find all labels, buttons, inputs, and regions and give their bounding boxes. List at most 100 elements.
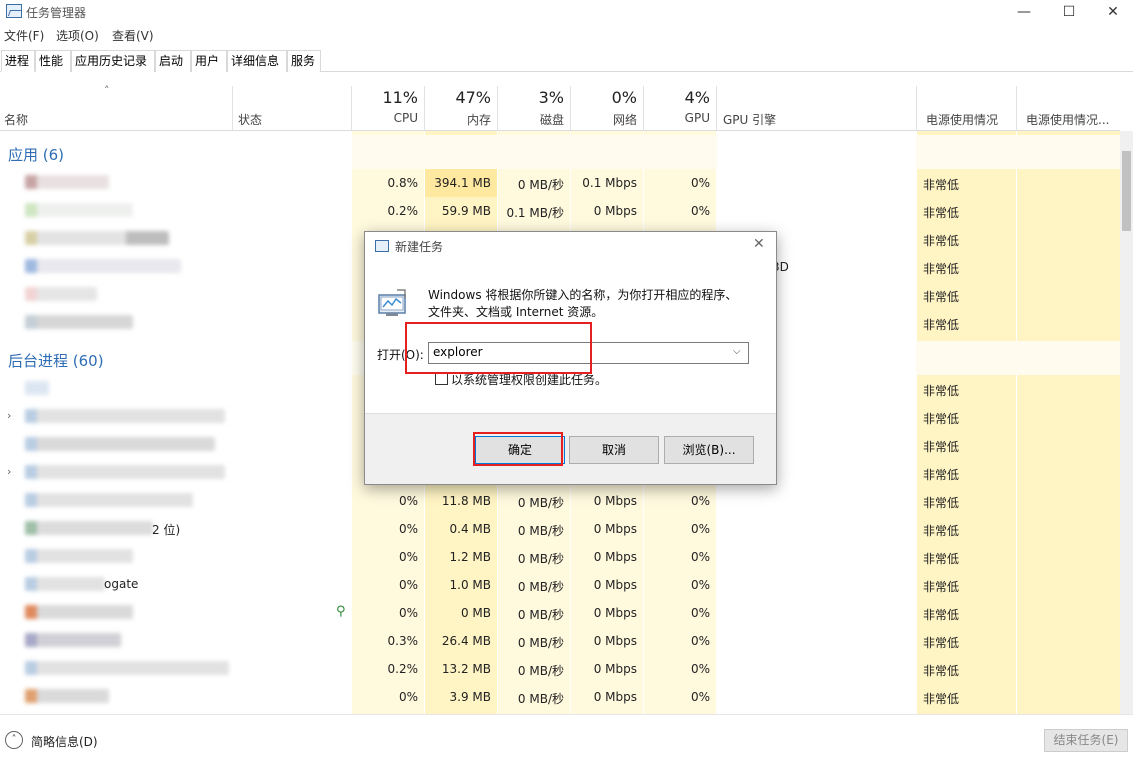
memory-cell: 3.9 MB xyxy=(449,690,491,704)
process-name-redacted[interactable] xyxy=(25,315,133,329)
memory-cell: 1.0 MB xyxy=(449,578,491,592)
divider xyxy=(643,86,644,130)
vertical-scrollbar[interactable] xyxy=(1120,131,1133,714)
disk-cell: 0 MB/秒 xyxy=(517,552,564,566)
process-name-redacted[interactable] xyxy=(25,437,215,451)
group-background[interactable]: 后台进程 (60) xyxy=(8,350,104,371)
process-name-redacted[interactable] xyxy=(25,203,133,217)
new-task-dialog: 新建任务 ✕ Windows 将根据你所键入的名称，为你打开相应的程序、 文件夹… xyxy=(364,231,777,485)
process-name-redacted[interactable] xyxy=(25,689,109,703)
tab-users[interactable]: 用户 xyxy=(191,50,227,72)
tab-bar: 进程 性能 应用历史记录 启动 用户 详细信息 服务 xyxy=(0,50,1133,72)
network-cell: 0 Mbps xyxy=(593,578,637,592)
column-cpu[interactable]: CPU xyxy=(370,111,418,125)
process-name-redacted[interactable] xyxy=(25,231,169,245)
menu-options[interactable]: 选项(O) xyxy=(56,27,99,44)
gpu-cell: 0% xyxy=(690,204,710,218)
power-cell: 非常低 xyxy=(923,608,960,622)
network-total: 0% xyxy=(611,88,637,107)
gpu-cell: 0% xyxy=(690,494,710,508)
power-cell: 非常低 xyxy=(923,206,960,220)
ok-button[interactable]: 确定 xyxy=(475,436,565,464)
power-cell: 非常低 xyxy=(923,318,960,332)
chevron-up-icon[interactable]: ˄ xyxy=(5,731,23,749)
window-title: 任务管理器 xyxy=(26,6,87,20)
divider xyxy=(1016,86,1017,130)
power-cell: 非常低 xyxy=(923,692,960,706)
cpu-cell: 0.2% xyxy=(387,204,419,218)
dialog-close-icon[interactable]: ✕ xyxy=(753,236,765,252)
column-gpu[interactable]: GPU xyxy=(662,111,710,125)
process-name-redacted[interactable] xyxy=(25,493,193,507)
menu-file[interactable]: 文件(F) xyxy=(4,27,44,44)
memory-cell: 26.4 MB xyxy=(441,634,491,648)
chevron-down-icon[interactable]: ⌵ xyxy=(733,346,741,357)
end-task-button[interactable]: 结束任务(E) xyxy=(1044,729,1128,752)
process-name-redacted[interactable] xyxy=(25,381,49,395)
cpu-cell: 0% xyxy=(398,606,418,620)
cpu-total: 11% xyxy=(382,88,418,107)
task-manager-icon xyxy=(6,4,22,18)
divider xyxy=(232,86,233,130)
power-cell: 非常低 xyxy=(923,234,960,248)
tab-startup[interactable]: 启动 xyxy=(155,50,191,72)
tab-performance[interactable]: 性能 xyxy=(35,50,71,72)
fewer-details-link[interactable]: 简略信息(D) xyxy=(31,733,98,750)
cpu-cell: 0.3% xyxy=(387,634,419,648)
process-name-redacted[interactable] xyxy=(25,259,181,273)
disk-cell: 0 MB/秒 xyxy=(517,580,564,594)
menu-view[interactable]: 查看(V) xyxy=(112,27,154,44)
gpu-cell: 0% xyxy=(690,634,710,648)
admin-checkbox-label[interactable]: 以系统管理权限创建此任务。 xyxy=(451,371,607,388)
column-status[interactable]: 状态 xyxy=(238,111,262,128)
scrollbar-thumb[interactable] xyxy=(1122,151,1131,231)
gpu-total: 4% xyxy=(684,88,710,107)
cpu-cell: 0% xyxy=(398,578,418,592)
expand-chevron-icon[interactable]: › xyxy=(7,409,11,422)
column-network[interactable]: 网络 xyxy=(589,111,637,128)
maximize-button[interactable]: ☐ xyxy=(1046,0,1092,24)
process-name-redacted[interactable] xyxy=(25,465,225,479)
process-name-redacted[interactable] xyxy=(25,661,229,675)
process-name-redacted[interactable] xyxy=(25,175,109,189)
column-power-usage[interactable]: 电源使用情况 xyxy=(926,111,998,128)
group-apps[interactable]: 应用 (6) xyxy=(8,144,64,165)
column-name[interactable]: 名称 xyxy=(4,111,28,128)
column-power-trend[interactable]: 电源使用情况... xyxy=(1026,111,1109,128)
open-command-input[interactable]: explorer xyxy=(428,342,749,364)
tab-app-history[interactable]: 应用历史记录 xyxy=(71,50,155,72)
minimize-button[interactable]: — xyxy=(1001,0,1047,24)
expand-chevron-icon[interactable]: › xyxy=(7,465,11,478)
gpu-cell: 0% xyxy=(690,662,710,676)
cancel-button[interactable]: 取消 xyxy=(569,436,659,464)
tab-processes[interactable]: 进程 xyxy=(1,50,35,72)
cpu-cell: 0% xyxy=(398,690,418,704)
power-trend-column-bg xyxy=(1017,131,1120,714)
column-memory[interactable]: 内存 xyxy=(443,111,491,128)
power-cell: 非常低 xyxy=(923,440,960,454)
process-name-redacted[interactable] xyxy=(25,549,133,563)
gpu-cell: 0% xyxy=(690,578,710,592)
process-name-redacted[interactable] xyxy=(25,521,153,535)
header-divider xyxy=(0,130,1120,131)
process-name-redacted[interactable] xyxy=(25,633,121,647)
process-name-redacted[interactable] xyxy=(25,577,105,591)
power-cell: 非常低 xyxy=(923,468,960,482)
network-cell: 0 Mbps xyxy=(593,634,637,648)
dialog-title: 新建任务 xyxy=(395,240,444,254)
disk-cell: 0 MB/秒 xyxy=(517,608,564,622)
browse-button[interactable]: 浏览(B)... xyxy=(664,436,754,464)
column-disk[interactable]: 磁盘 xyxy=(516,111,564,128)
process-name-redacted[interactable] xyxy=(25,287,97,301)
network-cell: 0 Mbps xyxy=(593,204,637,218)
process-name-redacted[interactable] xyxy=(25,605,133,619)
close-button[interactable]: ✕ xyxy=(1090,0,1133,24)
tab-services[interactable]: 服务 xyxy=(287,50,321,72)
column-gpu-engine[interactable]: GPU 引擎 xyxy=(723,111,776,128)
title-bar: 任务管理器 — ☐ ✕ xyxy=(0,0,1133,24)
tab-details[interactable]: 详细信息 xyxy=(227,50,287,72)
admin-checkbox[interactable] xyxy=(435,372,448,385)
dialog-description-line1: Windows 将根据你所键入的名称，为你打开相应的程序、 xyxy=(428,288,738,302)
process-name-redacted[interactable] xyxy=(25,409,225,423)
memory-cell: 394.1 MB xyxy=(434,176,491,190)
